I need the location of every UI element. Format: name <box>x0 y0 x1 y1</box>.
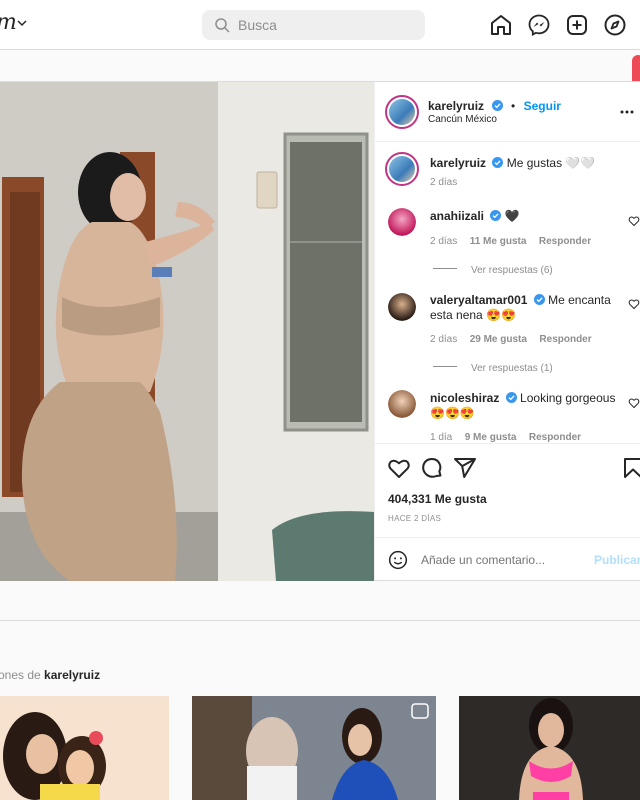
post-thumbnail[interactable] <box>0 696 169 800</box>
post-sidebar: karelyruiz • Seguir Cancún México karely… <box>374 82 640 581</box>
caption-username[interactable]: karelyruiz <box>430 156 486 170</box>
comment-item: anahiizali 🖤 <box>430 209 520 223</box>
add-comment-bar: Publicar <box>375 537 640 581</box>
post-thumbnail[interactable] <box>192 696 436 800</box>
messenger-icon[interactable] <box>527 13 551 37</box>
comment-item: valeryaltamar001 Me encanta esta nena 😍😍 <box>430 293 620 323</box>
share-icon[interactable] <box>453 456 477 480</box>
thumbnail-illustration <box>192 696 436 800</box>
comment-text: 🖤 <box>504 209 520 223</box>
publish-button[interactable]: Publicar <box>594 553 640 567</box>
follow-button[interactable]: Seguir <box>524 99 561 113</box>
comment-likes[interactable]: 29 Me gusta <box>470 334 527 345</box>
comment-icon[interactable] <box>420 456 444 480</box>
author-row: karelyruiz • Seguir <box>428 97 561 115</box>
comment-input[interactable] <box>421 551 581 569</box>
verified-badge-icon <box>490 210 502 221</box>
explore-icon[interactable] <box>603 13 627 37</box>
comment-like-icon[interactable] <box>628 298 640 310</box>
comment-avatar[interactable] <box>388 208 416 236</box>
comment-avatar[interactable] <box>388 390 416 418</box>
author-avatar[interactable] <box>385 95 419 129</box>
comment-username[interactable]: valeryaltamar001 <box>430 293 527 307</box>
top-navigation: m <box>0 0 640 50</box>
search-box[interactable] <box>202 10 425 40</box>
save-icon[interactable] <box>621 456 640 480</box>
instagram-logo[interactable]: m <box>0 10 17 35</box>
search-icon <box>215 18 230 33</box>
comment-like-icon[interactable] <box>628 397 640 409</box>
comment-like-icon[interactable] <box>628 215 640 227</box>
reply-button[interactable]: Responder <box>529 432 581 443</box>
view-replies[interactable]: Ver respuestas (6) <box>433 260 553 278</box>
post-thumbnail[interactable] <box>459 696 640 800</box>
caption-text: Me gustas 🤍🤍 <box>506 156 596 170</box>
comment-time: 2 días <box>430 334 458 345</box>
header-divider <box>375 141 640 142</box>
comment-username[interactable]: nicoleshiraz <box>430 391 499 405</box>
more-posts-title: ones de karelyruiz <box>0 668 100 682</box>
caption-time: 2 días <box>430 177 458 188</box>
comment-time: 1 día <box>430 432 453 443</box>
comment-item: nicoleshiraz Looking gorgeous 😍😍😍 <box>430 391 620 421</box>
verified-badge-icon <box>505 392 517 403</box>
verified-badge-icon <box>492 157 504 168</box>
section-divider <box>0 620 640 621</box>
comment-likes[interactable]: 11 Me gusta <box>470 236 527 247</box>
comment-meta: 2 días 11 Me gusta Responder <box>430 231 591 249</box>
like-count[interactable]: 404,331 Me gusta <box>388 492 487 506</box>
reply-button[interactable]: Responder <box>539 236 591 247</box>
post-card: karelyruiz • Seguir Cancún México karely… <box>0 81 640 581</box>
new-post-icon[interactable] <box>565 13 589 37</box>
more-posts-prefix: ones de <box>0 668 41 682</box>
view-replies-text[interactable]: Ver respuestas (1) <box>471 363 553 374</box>
comment-likes[interactable]: 9 Me gusta <box>465 432 517 443</box>
post-timestamp[interactable]: HACE 2 DÍAS <box>388 514 441 523</box>
verified-badge-icon <box>533 294 545 305</box>
post-image[interactable] <box>0 82 374 581</box>
caption-avatar[interactable] <box>385 152 419 186</box>
more-options-icon[interactable] <box>619 104 635 120</box>
thumbnail-illustration <box>459 696 640 800</box>
more-posts-user[interactable]: karelyruiz <box>44 668 100 682</box>
like-icon[interactable] <box>387 456 411 480</box>
comment-meta: 2 días 29 Me gusta Responder <box>430 329 592 347</box>
verified-badge-icon <box>491 100 503 111</box>
thumbnail-illustration <box>0 696 169 800</box>
view-replies-text[interactable]: Ver respuestas (6) <box>471 265 553 276</box>
emoji-icon[interactable] <box>388 550 408 570</box>
comment-time: 2 días <box>430 236 458 247</box>
post-location[interactable]: Cancún México <box>428 114 497 125</box>
chevron-down-icon[interactable] <box>16 17 28 29</box>
header-dot: • <box>510 99 516 113</box>
search-input[interactable] <box>238 16 418 34</box>
comment-avatar[interactable] <box>388 293 416 321</box>
home-icon[interactable] <box>489 13 513 37</box>
caption: karelyruiz Me gustas 🤍🤍 <box>430 156 595 170</box>
view-replies[interactable]: Ver respuestas (1) <box>433 358 553 376</box>
author-username[interactable]: karelyruiz <box>428 99 484 113</box>
comment-username[interactable]: anahiizali <box>430 209 484 223</box>
post-photo-illustration <box>0 82 374 581</box>
reply-button[interactable]: Responder <box>539 334 591 345</box>
